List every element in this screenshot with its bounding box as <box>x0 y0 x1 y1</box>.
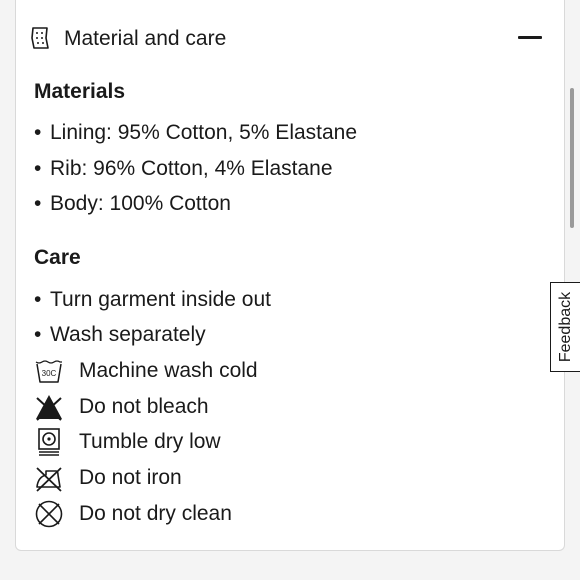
accordion-title: Material and care <box>64 27 227 50</box>
no-dry-clean-icon <box>35 500 63 528</box>
accordion-header[interactable]: Material and care <box>16 18 564 60</box>
care-symbol-label: Do not iron <box>79 466 182 489</box>
care-bullet-item: • Turn garment inside out <box>34 288 272 311</box>
no-iron-icon <box>36 467 62 492</box>
care-symbol-label: Do not dry clean <box>79 502 232 525</box>
care-symbol-label: Tumble dry low <box>79 430 221 453</box>
materials-heading: Materials <box>34 80 126 103</box>
no-bleach-icon <box>36 395 62 421</box>
wash-temperature-label: 30C <box>42 369 57 378</box>
wash-30c-icon: 30C <box>35 360 62 383</box>
care-heading: Care <box>34 246 81 269</box>
material-care-panel: Material and care Materials • Lining: 95%… <box>15 0 565 551</box>
care-label-tag-icon <box>31 27 49 49</box>
minus-icon[interactable] <box>518 36 542 39</box>
care-symbol-label: Machine wash cold <box>79 359 258 382</box>
feedback-button[interactable]: Feedback <box>550 282 580 372</box>
material-item: • Body: 100% Cotton <box>34 192 231 215</box>
feedback-label: Feedback <box>556 291 574 363</box>
material-item: • Rib: 96% Cotton, 4% Elastane <box>34 157 333 180</box>
tumble-dry-low-icon <box>38 428 60 456</box>
material-item: • Lining: 95% Cotton, 5% Elastane <box>34 121 358 144</box>
care-symbol-label: Do not bleach <box>79 395 209 418</box>
scrollbar-thumb[interactable] <box>570 88 574 228</box>
care-bullet-item: • Wash separately <box>34 323 206 346</box>
